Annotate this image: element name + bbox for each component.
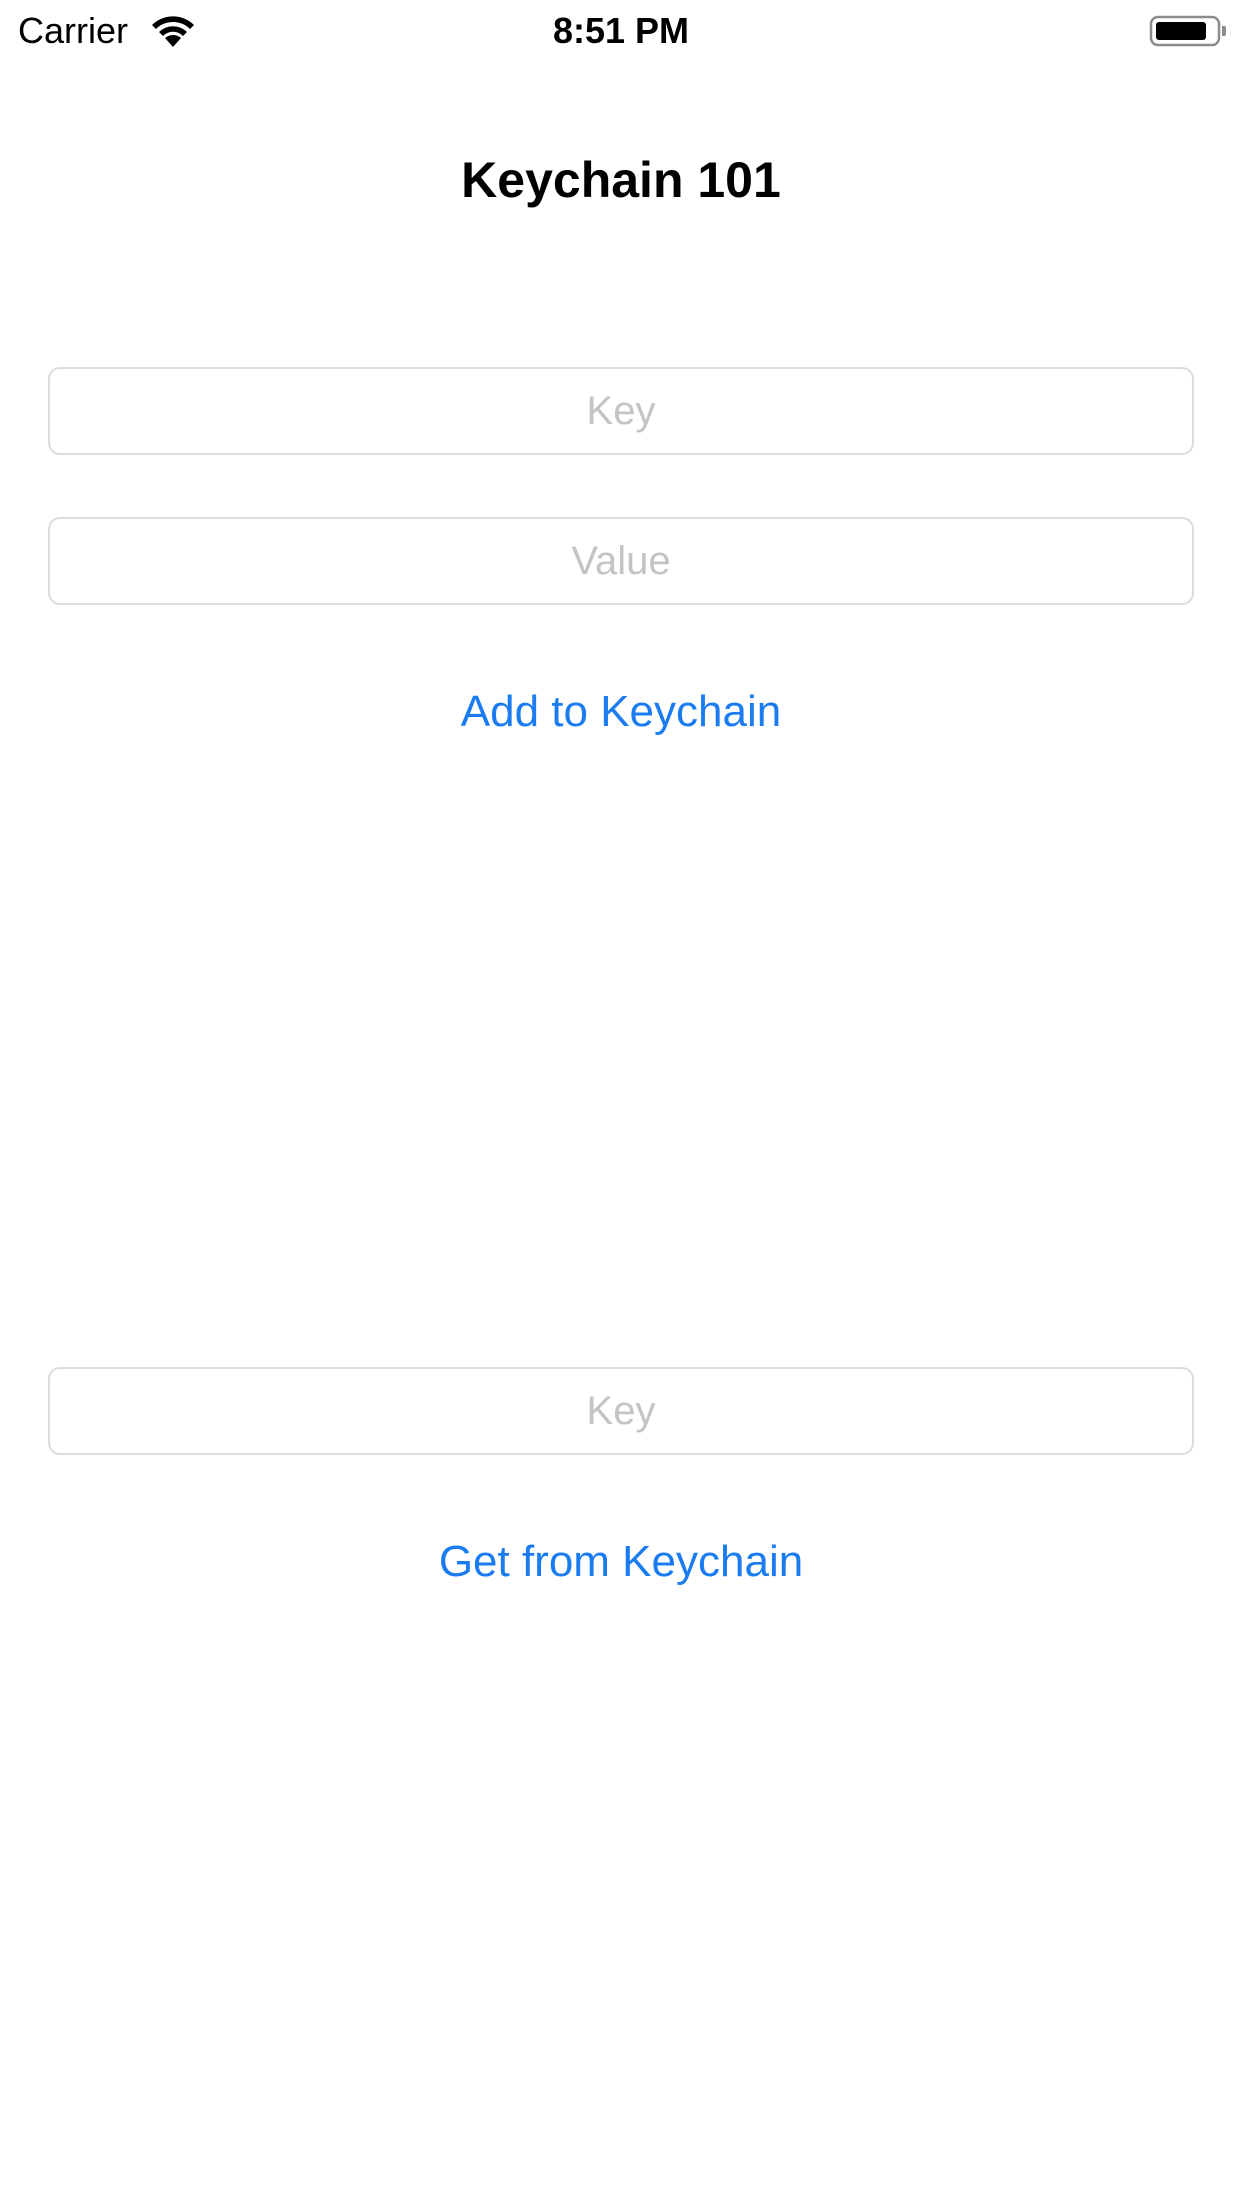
clock: 8:51 PM xyxy=(552,10,690,51)
get-key-input[interactable] xyxy=(48,1367,1194,1455)
add-key-input[interactable] xyxy=(48,367,1194,455)
add-value-input[interactable] xyxy=(48,517,1194,605)
battery-icon xyxy=(1149,14,1229,48)
add-to-keychain-button[interactable]: Add to Keychain xyxy=(0,684,1242,740)
get-from-keychain-button[interactable]: Get from Keychain xyxy=(0,1534,1242,1590)
page-title: Keychain 101 xyxy=(461,152,781,208)
status-bar: Carrier 8:51 PM xyxy=(0,0,1242,60)
